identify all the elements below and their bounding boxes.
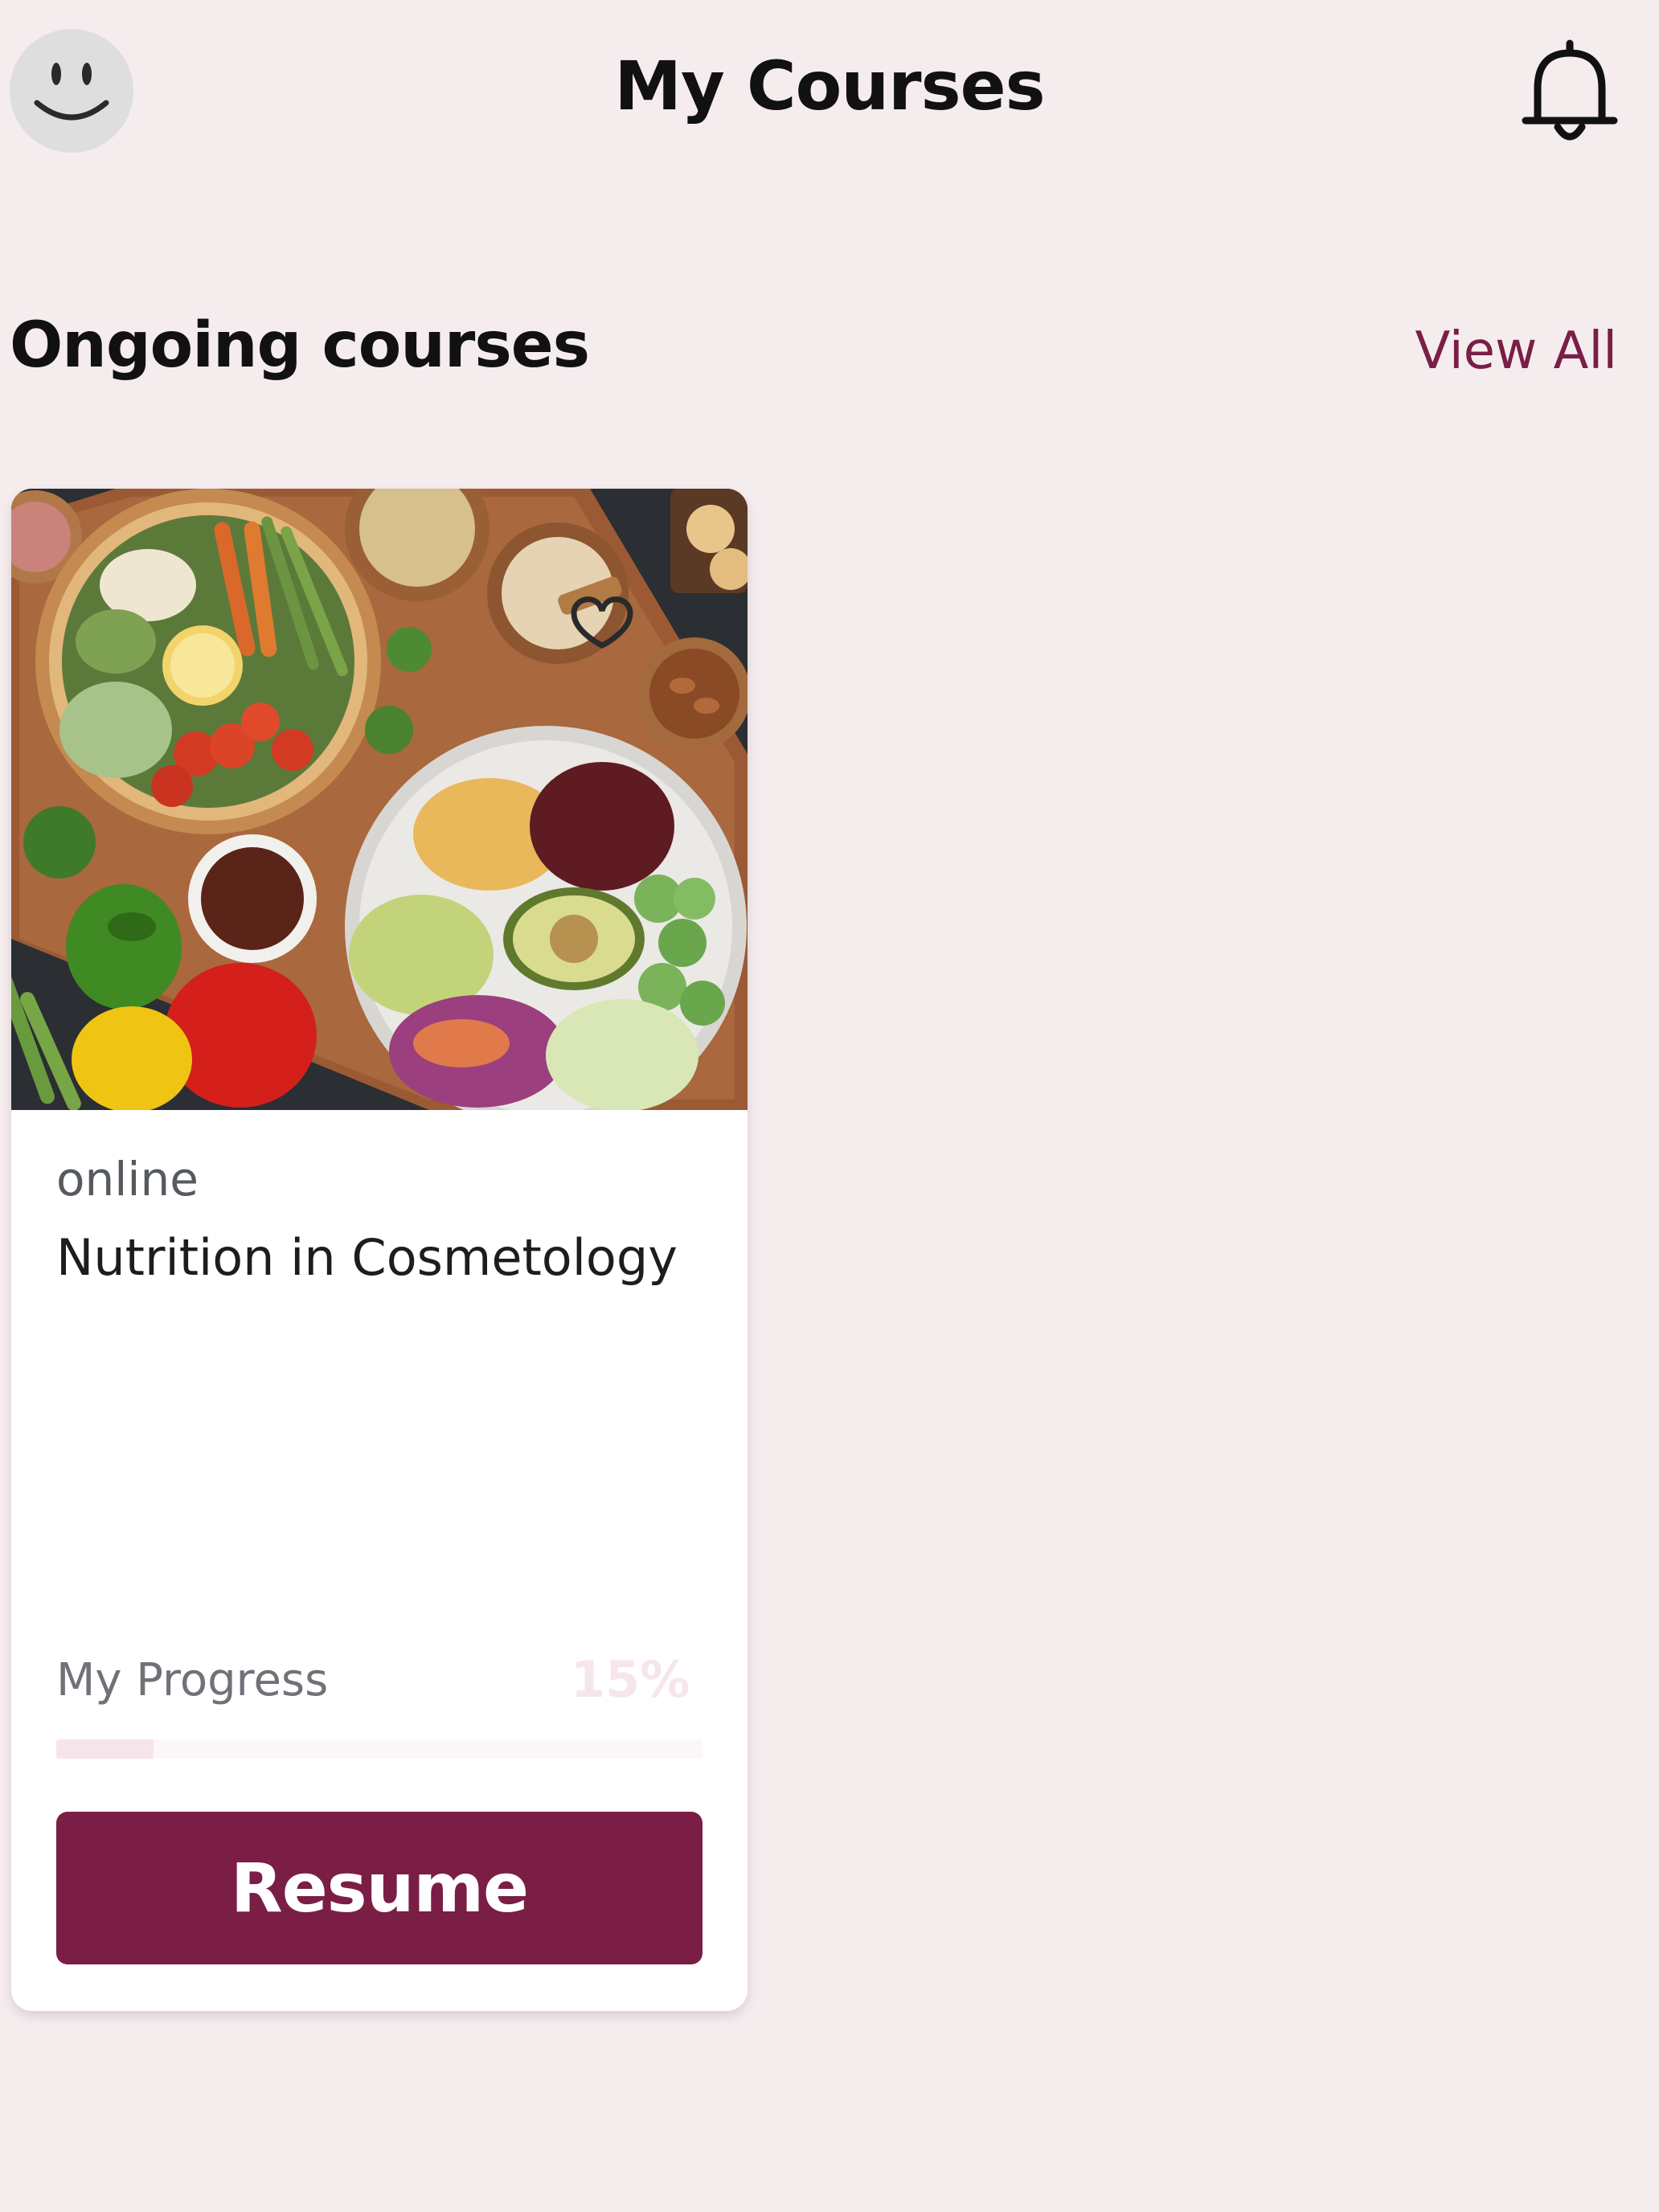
- view-all-link[interactable]: View All: [1415, 322, 1617, 381]
- section-title: Ongoing courses: [10, 309, 590, 382]
- course-mode: online: [56, 1152, 199, 1206]
- page-title: My Courses: [614, 47, 1045, 125]
- food-bowls-image: [11, 489, 748, 1110]
- course-title: Nutrition in Cosmetology: [56, 1228, 678, 1287]
- course-image: [11, 489, 748, 1110]
- progress-bar: [56, 1739, 703, 1759]
- resume-button[interactable]: Resume: [56, 1812, 703, 1964]
- progress-bar-fill: [56, 1739, 154, 1759]
- progress-label: My Progress: [56, 1654, 329, 1706]
- course-card[interactable]: online Nutrition in Cosmetology My Progr…: [11, 489, 748, 2011]
- bell-icon: [1522, 39, 1618, 141]
- notifications-button[interactable]: [1518, 35, 1622, 148]
- app-header: My Courses: [0, 0, 1659, 185]
- progress-percent: 15%: [571, 1650, 690, 1709]
